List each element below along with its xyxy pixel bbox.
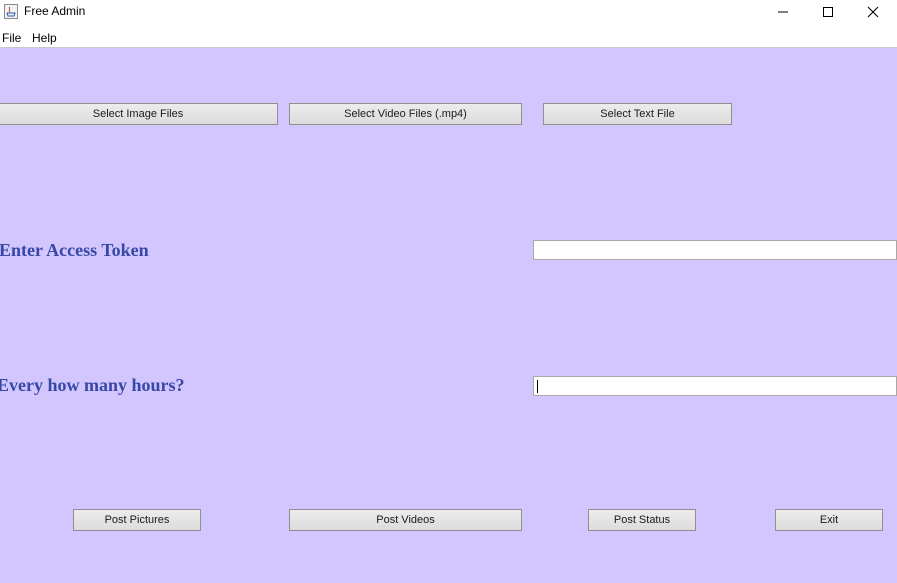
close-icon [867,6,879,18]
post-status-button[interactable]: Post Status [588,509,696,531]
post-pictures-button[interactable]: Post Pictures [73,509,201,531]
exit-button[interactable]: Exit [775,509,883,531]
close-button[interactable] [850,0,896,24]
hours-input[interactable] [533,376,897,396]
minimize-icon [778,11,788,13]
access-token-label: Enter Access Token [0,240,149,260]
access-token-input[interactable] [533,240,897,260]
menu-bar: File Help [0,26,897,48]
hours-label: Every how many hours? [0,375,185,395]
select-video-files-button[interactable]: Select Video Files (.mp4) [289,103,522,125]
select-text-file-button[interactable]: Select Text File [543,103,732,125]
menu-file[interactable]: File [2,31,21,45]
maximize-button[interactable] [805,0,851,24]
main-panel: Select Image Files Select Video Files (.… [0,48,897,583]
maximize-icon [823,7,833,17]
text-caret [537,380,538,393]
menu-help[interactable]: Help [32,31,57,45]
select-image-files-button[interactable]: Select Image Files [0,103,278,125]
window-title: Free Admin [24,4,86,18]
post-videos-button[interactable]: Post Videos [289,509,522,531]
title-bar[interactable]: Free Admin [0,0,897,26]
minimize-button[interactable] [760,0,806,24]
java-app-icon [4,4,18,19]
